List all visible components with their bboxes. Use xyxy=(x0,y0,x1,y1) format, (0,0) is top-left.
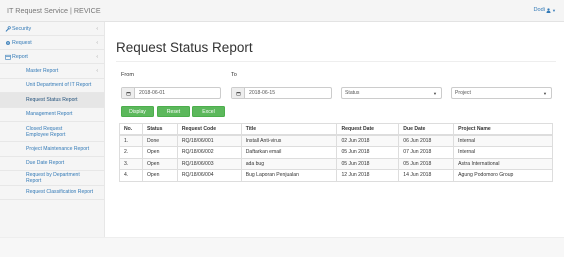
sidebar-item-closed-request-employee-report[interactable]: Closed Request Employee Report xyxy=(0,122,104,142)
cell-title: Daftarkan email xyxy=(240,146,338,159)
excel-button[interactable]: Excel xyxy=(192,106,225,117)
sidebar-item-project-maintenance-report[interactable]: Project Maintenance Report xyxy=(0,142,104,157)
caret-down-icon: ▼ xyxy=(552,7,556,13)
column-header-no: No. xyxy=(119,123,143,136)
sidebar-item-label: Master Report xyxy=(26,67,59,74)
reset-button[interactable]: Reset xyxy=(157,106,190,117)
status-select[interactable]: Status ▼ xyxy=(341,87,442,99)
cell-request-date: 02 Jun 2018 xyxy=(336,134,400,147)
cell-title: Bug Laporan Penjualan xyxy=(240,169,338,182)
cell-no: 1. xyxy=(119,134,143,147)
chevron-left-icon: ‹ xyxy=(96,68,98,74)
footer xyxy=(0,237,564,257)
column-header-title: Title xyxy=(240,123,338,136)
sidebar-item-due-date-report[interactable]: Due Date Report xyxy=(0,157,104,171)
sidebar-item-label: Management Report xyxy=(26,111,73,118)
cell-request-code: RQ/18/06/002 xyxy=(176,146,242,159)
table-row[interactable]: 4. Open RQ/18/06/004 Bug Laporan Penjual… xyxy=(119,169,553,182)
cell-project-name: Agung Podomoro Group xyxy=(453,169,553,182)
cell-status: Open xyxy=(141,157,178,170)
app-title[interactable]: IT Request Service | REVICE xyxy=(7,6,101,15)
to-label: To xyxy=(231,72,237,78)
column-header-due-date: Due Date xyxy=(398,123,455,136)
sidebar-item-label: Request Status Report xyxy=(26,96,78,103)
table-row[interactable]: 2. Open RQ/18/06/002 Daftarkan email 05 … xyxy=(119,146,553,159)
cell-due-date: 06 Jun 2018 xyxy=(398,134,455,147)
cell-project-name: Internal xyxy=(453,134,553,147)
sidebar-item-request-status-report[interactable]: Request Status Report xyxy=(0,93,104,108)
cell-due-date: 14 Jun 2018 xyxy=(398,169,455,182)
caret-down-icon: ▼ xyxy=(433,90,437,96)
from-date-value: 2018-06-01 xyxy=(139,90,166,96)
table-header-row: No. Status Request Code Title Request Da… xyxy=(119,123,553,136)
sidebar-item-label: Request by Department Report xyxy=(26,171,80,184)
column-header-request-code: Request Code xyxy=(176,123,242,136)
cell-title: Install Anti-virus xyxy=(240,134,338,147)
sidebar-item-request-by-department-report[interactable]: Request by Department Report xyxy=(0,171,104,186)
cell-project-name: Astra International xyxy=(453,157,553,170)
sidebar-item-label: Unit Department of IT Report xyxy=(26,82,92,89)
caret-down-icon: ▼ xyxy=(543,90,547,96)
calendar-icon[interactable] xyxy=(122,88,135,98)
title-divider xyxy=(116,61,556,62)
cell-status: Open xyxy=(141,146,178,159)
from-label: From xyxy=(121,72,135,78)
to-date-value: 2018-06-15 xyxy=(249,90,276,96)
user-menu[interactable]: Dodi ▼ xyxy=(534,7,556,13)
page-title: Request Status Report xyxy=(116,40,253,55)
column-header-request-date: Request Date xyxy=(336,123,400,136)
status-select-value: Status xyxy=(345,90,360,96)
chevron-left-icon: ‹ xyxy=(96,40,98,46)
sidebar-item-label: Project Maintenance Report xyxy=(26,145,90,152)
cell-request-code: RQ/18/06/004 xyxy=(176,169,242,182)
to-date-input[interactable]: 2018-06-15 xyxy=(231,87,332,99)
cell-no: 2. xyxy=(119,146,143,159)
column-header-status: Status xyxy=(141,123,178,136)
sidebar-item-label: Report xyxy=(12,53,28,60)
user-name: Dodi xyxy=(533,7,546,13)
sidebar-item-master-report[interactable]: Master Report ‹ xyxy=(0,64,104,79)
cell-request-code: RQ/18/06/001 xyxy=(176,134,242,147)
sidebar-item-label: Security xyxy=(12,25,32,32)
sidebar-item-label: Closed Request Employee Report xyxy=(26,125,66,138)
sidebar-item-management-report[interactable]: Management Report xyxy=(0,108,104,122)
sidebar: Security ‹ Request ‹ Report ‹ Master Rep… xyxy=(0,22,105,237)
cell-no: 4. xyxy=(119,169,143,182)
calendar-icon[interactable] xyxy=(232,88,245,98)
sidebar-item-label: Request xyxy=(12,39,32,46)
table-row[interactable]: 1. Done RQ/18/06/001 Install Anti-virus … xyxy=(119,134,553,147)
cell-request-code: RQ/18/06/003 xyxy=(176,157,242,170)
gear-icon xyxy=(5,40,11,46)
sidebar-item-request-classification-report[interactable]: Request Classification Report xyxy=(0,186,104,200)
top-navbar: IT Request Service | REVICE Dodi ▼ xyxy=(0,0,564,22)
project-select[interactable]: Project ▼ xyxy=(451,87,552,99)
wrench-icon xyxy=(5,25,11,32)
cell-no: 3. xyxy=(119,157,143,170)
user-icon xyxy=(546,7,551,13)
cell-request-date: 05 Jun 2018 xyxy=(336,146,400,159)
sidebar-item-label: Request Classification Report xyxy=(26,189,94,196)
cell-status: Open xyxy=(141,169,178,182)
cell-title: ada bug xyxy=(240,157,338,170)
cell-due-date: 07 Jun 2018 xyxy=(398,146,455,159)
report-table: No. Status Request Code Title Request Da… xyxy=(119,123,553,182)
table-row[interactable]: 3. Open RQ/18/06/003 ada bug 05 Jun 2018… xyxy=(119,157,553,170)
sidebar-item-unit-department-report[interactable]: Unit Department of IT Report xyxy=(0,79,104,93)
display-button[interactable]: Display xyxy=(121,106,154,117)
sidebar-item-security[interactable]: Security ‹ xyxy=(0,22,104,36)
cell-project-name: Internal xyxy=(453,146,553,159)
cell-due-date: 05 Jun 2018 xyxy=(398,157,455,170)
calendar-icon xyxy=(5,54,11,60)
from-date-input[interactable]: 2018-06-01 xyxy=(121,87,221,99)
sidebar-item-label: Due Date Report xyxy=(26,160,65,167)
column-header-project-name: Project Name xyxy=(453,123,553,136)
chevron-left-icon: ‹ xyxy=(96,26,98,32)
cell-request-date: 05 Jun 2018 xyxy=(336,157,400,170)
sidebar-item-report[interactable]: Report ‹ xyxy=(0,50,104,64)
cell-status: Done xyxy=(141,134,178,147)
cell-request-date: 12 Jun 2018 xyxy=(336,169,400,182)
chevron-down-icon: ‹ xyxy=(96,54,98,60)
project-select-value: Project xyxy=(455,90,471,96)
sidebar-item-request[interactable]: Request ‹ xyxy=(0,36,104,50)
